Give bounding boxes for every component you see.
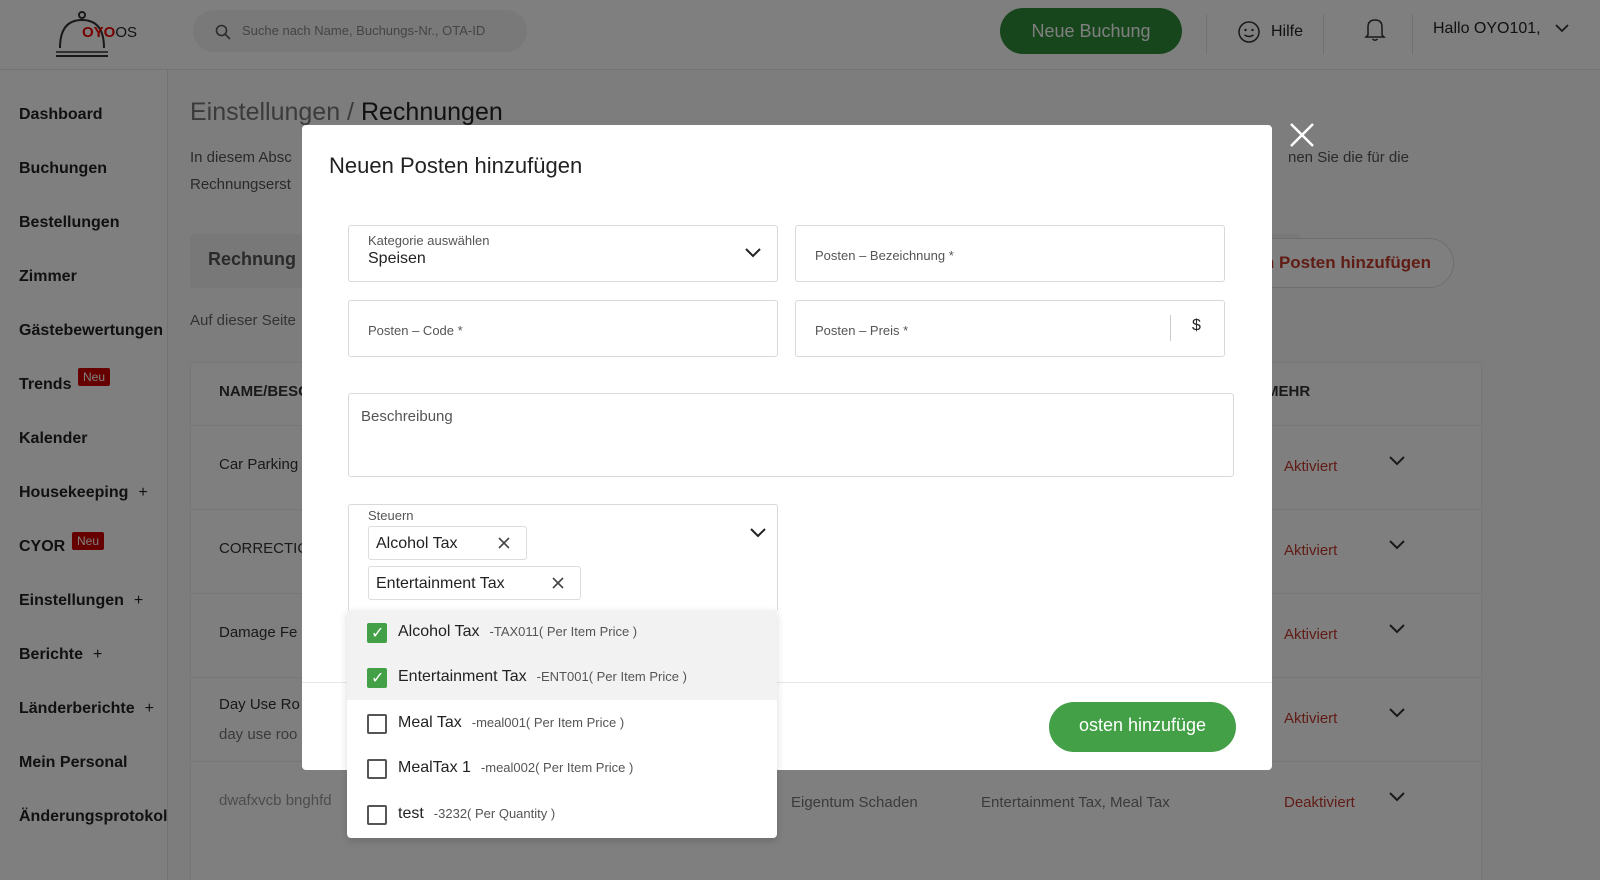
description-field[interactable]: Beschreibung [348,393,1234,477]
checkbox-icon[interactable] [367,759,387,779]
tax-option-name: test [398,805,424,822]
close-icon[interactable] [1289,122,1315,148]
taxes-label: Steuern [368,508,414,523]
submit-label: osten hinzufüge [1078,715,1207,735]
checkbox-icon[interactable] [367,805,387,825]
divider [1170,315,1171,341]
chevron-down-icon [745,248,761,258]
checkbox-icon[interactable] [367,714,387,734]
description-placeholder: Beschreibung [361,408,453,425]
submit-add-item-button[interactable]: osten hinzufüge [1049,702,1236,752]
checkbox-checked-icon[interactable] [367,623,387,643]
item-price-field[interactable]: Posten – Preis * $ [795,300,1225,357]
tax-option[interactable]: Alcohol Tax -TAX011( Per Item Price ) [347,610,777,655]
tax-option-name: Meal Tax [398,714,462,731]
tax-chip-label: Alcohol Tax [376,535,458,552]
tax-option-code: -3232( Per Quantity ) [433,806,556,821]
tax-option[interactable]: Entertainment Tax -ENT001( Per Item Price… [347,655,777,700]
tax-option[interactable]: MealTax 1 -meal002( Per Item Price ) [347,746,777,791]
close-icon[interactable] [552,577,564,589]
tax-chip: Entertainment Tax [368,566,581,600]
category-select[interactable]: Kategorie auswählen Speisen [348,225,778,282]
tax-option-name: MealTax 1 [398,759,471,776]
tax-option[interactable]: Meal Tax -meal001( Per Item Price ) [347,701,777,746]
chevron-down-icon [750,528,766,538]
category-label: Kategorie auswählen [368,233,490,248]
item-code-placeholder: Posten – Code * [368,323,463,338]
tax-option-code: -TAX011( Per Item Price ) [489,624,638,639]
taxes-dropdown-list: Alcohol Tax -TAX011( Per Item Price ) Ent… [347,610,777,838]
tax-option-code: -meal001( Per Item Price ) [471,715,625,730]
checkbox-checked-icon[interactable] [367,668,387,688]
taxes-multiselect[interactable]: Steuern Alcohol Tax Entertainment Tax [348,504,778,610]
category-value: Speisen [368,250,426,267]
item-price-placeholder: Posten – Preis * [815,323,909,338]
tax-option-name: Alcohol Tax [398,623,480,640]
tax-option-code: -meal002( Per Item Price ) [480,760,634,775]
tax-option-code: -ENT001( Per Item Price ) [536,669,687,684]
modal-title: Neuen Posten hinzufügen [329,153,583,178]
tax-option[interactable]: test -3232( Per Quantity ) [347,792,777,837]
close-icon[interactable] [498,537,510,549]
tax-option-name: Entertainment Tax [398,668,527,685]
item-name-placeholder: Posten – Bezeichnung * [815,248,954,263]
item-code-field[interactable]: Posten – Code * [348,300,778,357]
item-name-field[interactable]: Posten – Bezeichnung * [795,225,1225,282]
tax-chip: Alcohol Tax [368,526,527,560]
tax-chip-label: Entertainment Tax [376,575,505,592]
currency-symbol: $ [1192,317,1201,334]
